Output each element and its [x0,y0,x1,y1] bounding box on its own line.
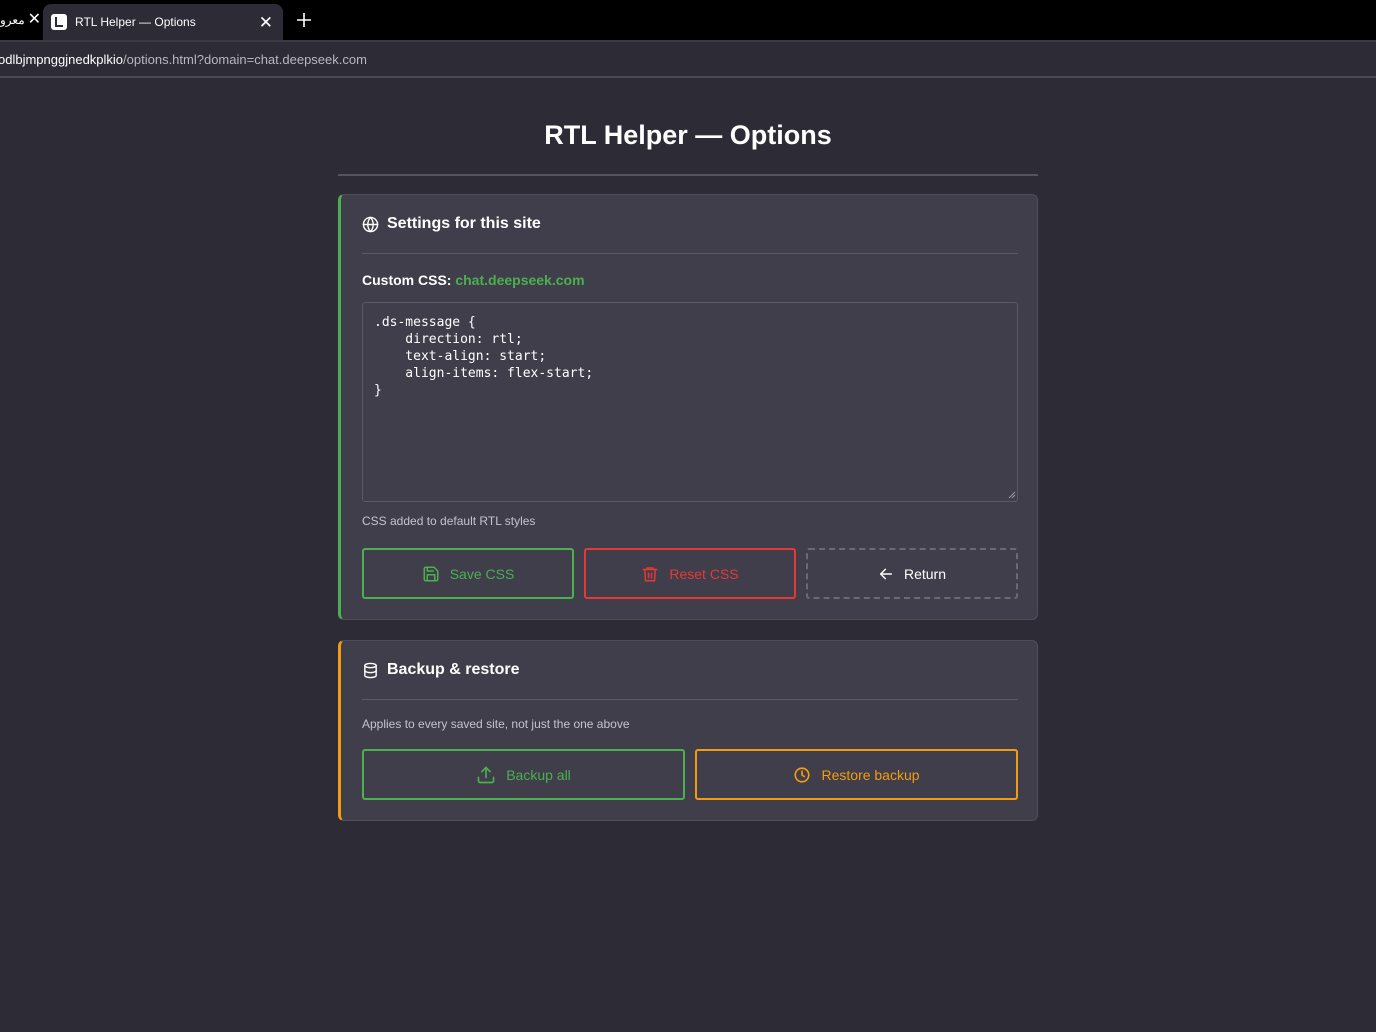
database-icon [362,662,379,679]
settings-card-header: Settings for this site [362,215,541,233]
address-bar[interactable]: odlbjmpnggjnedkplkio/options.html?domain… [0,40,1376,78]
backup-heading: Backup & restore [387,661,520,678]
divider [362,699,1018,700]
backup-all-label: Backup all [506,766,571,783]
return-label: Return [903,565,947,582]
backup-card-header: Backup & restore [362,661,520,679]
browser-tab-previous-label: معرو [0,13,25,27]
url-host: odlbjmpnggjnedkplkio [0,51,124,67]
close-icon[interactable]: ✕ [28,12,41,28]
url-text[interactable]: odlbjmpnggjnedkplkio/options.html?domain… [0,52,367,67]
backup-card: Backup & restore Applies to every saved … [338,640,1038,821]
restore-backup-button[interactable]: Restore backup [695,749,1018,800]
reset-css-label: Reset CSS [669,565,739,582]
title-divider [338,174,1038,176]
trash-icon [641,565,659,583]
custom-css-label-text: Custom CSS: [362,272,452,288]
backup-all-button[interactable]: Backup all [362,749,685,800]
browser-tab-bar: معرو ✕ RTL Helper — Options ✕ [0,0,1376,40]
return-button[interactable]: Return [806,548,1018,599]
settings-card: Settings for this site Custom CSS: chat.… [338,194,1038,620]
page-title: RTL Helper — Options [544,120,832,150]
close-icon[interactable]: ✕ [259,14,273,31]
browser-tab-active[interactable]: RTL Helper — Options ✕ [43,4,283,40]
divider [362,253,1018,254]
custom-css-textarea[interactable]: .ds-message { direction: rtl; text-align… [362,302,1018,502]
site-domain: chat.deepseek.com [455,272,585,288]
resize-handle-icon[interactable] [1008,491,1016,499]
arrow-left-icon [878,566,894,582]
custom-css-label: Custom CSS: chat.deepseek.com [362,272,585,288]
clock-icon [793,766,811,784]
url-path: /options.html?domain=chat.deepseek.com [123,51,367,67]
save-css-button[interactable]: Save CSS [362,548,574,599]
save-css-label: Save CSS [449,565,515,582]
browser-tab-previous[interactable]: معرو ✕ [0,4,42,36]
css-hint: CSS added to default RTL styles [362,514,536,528]
reset-css-button[interactable]: Reset CSS [584,548,796,599]
upload-icon [476,765,496,785]
floppy-disk-icon [422,565,440,583]
globe-icon [362,216,379,233]
settings-heading: Settings for this site [387,215,541,232]
new-tab-plus-icon[interactable] [293,8,315,32]
restore-backup-label: Restore backup [821,766,920,783]
backup-hint: Applies to every saved site, not just th… [362,717,630,731]
browser-tab-title: RTL Helper — Options [75,15,196,29]
favicon-icon [51,14,67,30]
